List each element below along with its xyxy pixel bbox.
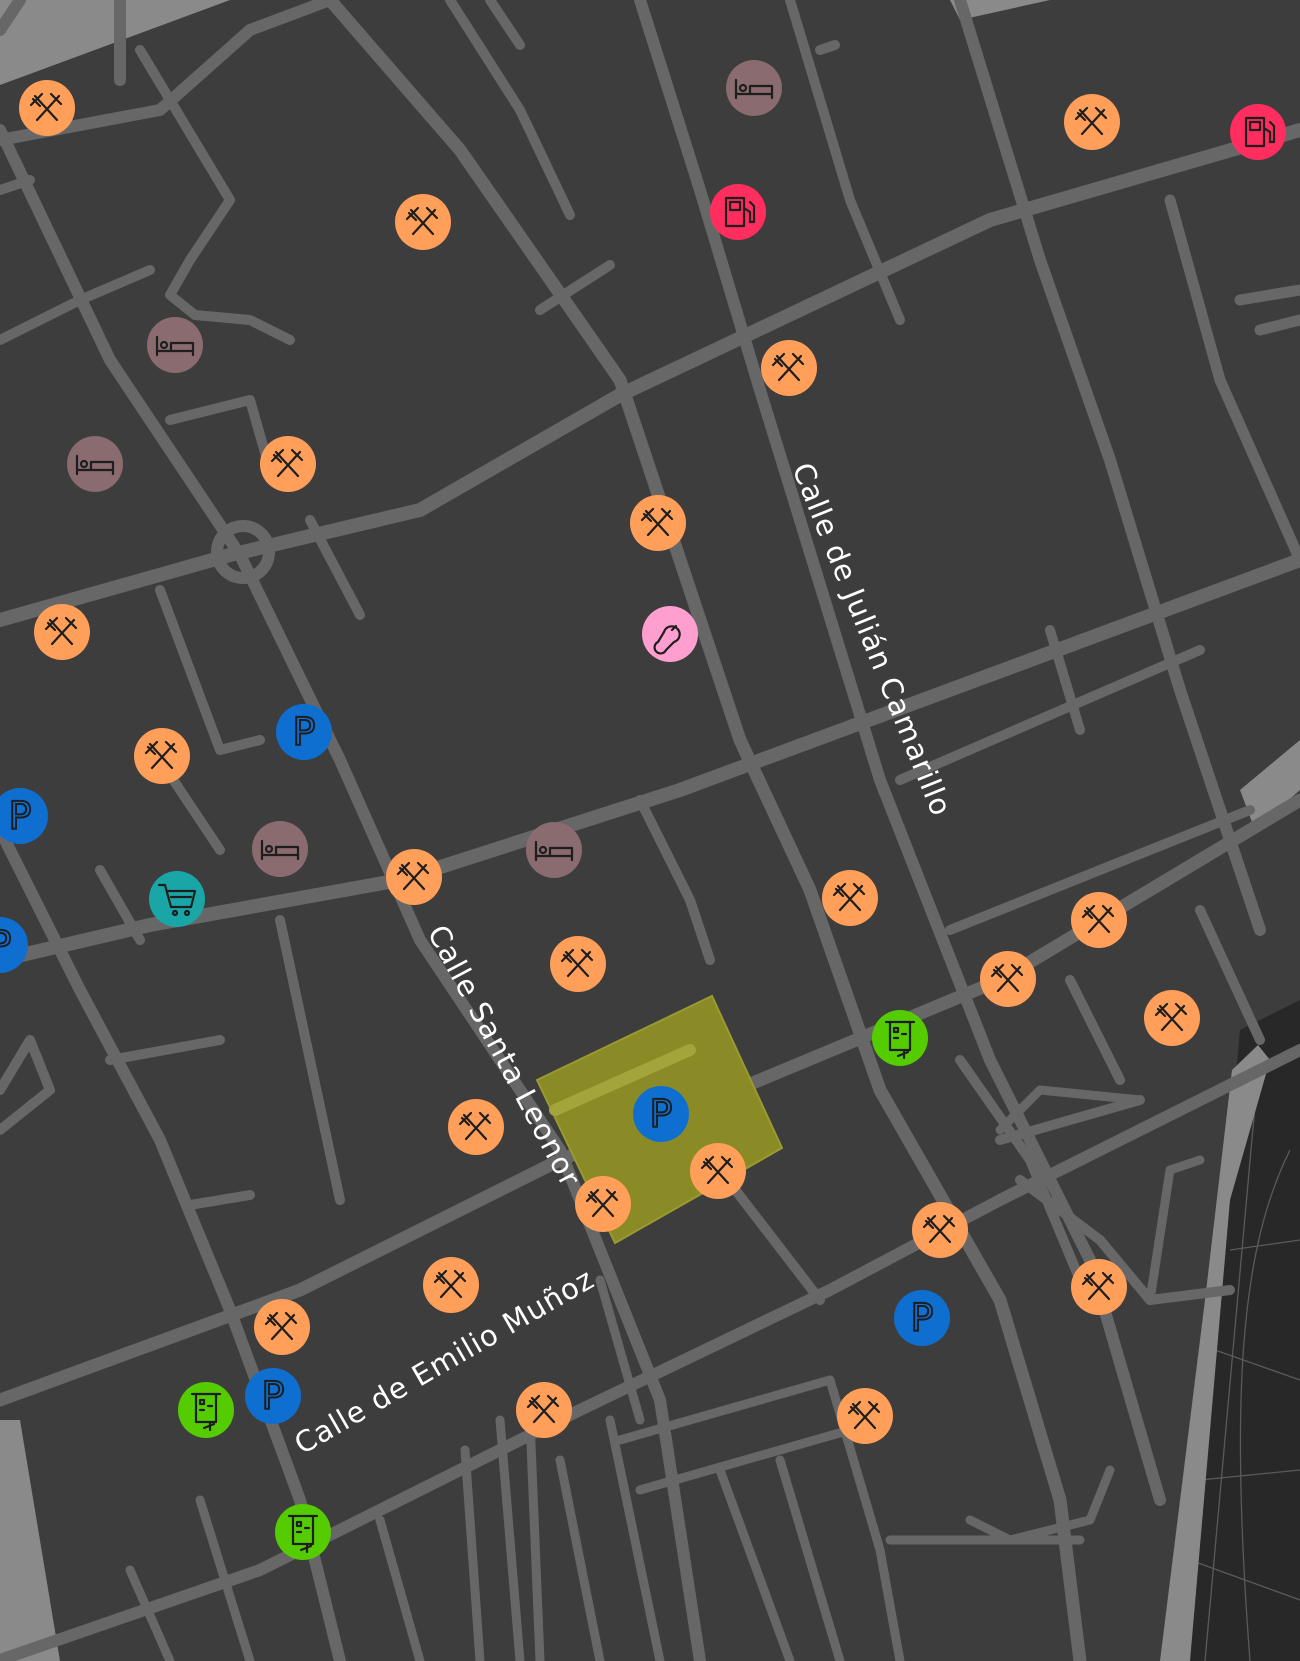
poi-marker-atm[interactable]	[178, 1382, 234, 1438]
poi-marker-parking[interactable]: P	[894, 1290, 950, 1346]
svg-text:P: P	[0, 923, 11, 967]
poi-marker-restaurant[interactable]	[19, 80, 75, 136]
poi-marker-parking[interactable]: P	[276, 704, 332, 760]
poi-marker-restaurant[interactable]	[837, 1388, 893, 1444]
poi-marker-restaurant[interactable]	[395, 194, 451, 250]
map-canvas[interactable]: Calle de Julián Camarillo Calle Santa Le…	[0, 0, 1300, 1661]
poi-marker-childcare[interactable]	[642, 606, 698, 662]
poi-marker-shop[interactable]	[149, 871, 205, 927]
poi-marker-background	[872, 1010, 928, 1066]
poi-marker-restaurant[interactable]	[1071, 892, 1127, 948]
poi-marker-hotel[interactable]	[726, 60, 782, 116]
poi-marker-background	[710, 184, 766, 240]
poi-marker-background	[252, 821, 308, 877]
poi-marker-background	[526, 822, 582, 878]
svg-text:P: P	[293, 710, 316, 754]
poi-marker-restaurant[interactable]	[254, 1299, 310, 1355]
poi-marker-restaurant[interactable]	[690, 1143, 746, 1199]
poi-marker-background	[1230, 104, 1286, 160]
poi-marker-background	[67, 436, 123, 492]
poi-marker-parking[interactable]: P	[633, 1086, 689, 1142]
parking-icon: P	[261, 1373, 286, 1419]
svg-text:P: P	[650, 1092, 673, 1136]
poi-marker-background	[149, 871, 205, 927]
poi-marker-restaurant[interactable]	[575, 1176, 631, 1232]
poi-marker-fuel[interactable]	[1230, 104, 1286, 160]
map-view[interactable]: Calle de Julián Camarillo Calle Santa Le…	[0, 0, 1300, 1661]
parking-icon: P	[649, 1091, 674, 1137]
poi-marker-atm[interactable]	[872, 1010, 928, 1066]
poi-marker-restaurant[interactable]	[448, 1099, 504, 1155]
poi-marker-restaurant[interactable]	[912, 1202, 968, 1258]
poi-marker-background	[642, 606, 698, 662]
poi-marker-restaurant[interactable]	[980, 951, 1036, 1007]
poi-marker-hotel[interactable]	[526, 822, 582, 878]
parking-icon: P	[0, 922, 12, 968]
poi-marker-restaurant[interactable]	[550, 936, 606, 992]
parking-icon: P	[8, 793, 33, 839]
poi-marker-background	[147, 317, 203, 373]
poi-marker-restaurant[interactable]	[34, 604, 90, 660]
poi-marker-restaurant[interactable]	[516, 1382, 572, 1438]
poi-marker-restaurant[interactable]	[386, 849, 442, 905]
poi-marker-restaurant[interactable]	[423, 1257, 479, 1313]
poi-marker-hotel[interactable]	[147, 317, 203, 373]
poi-marker-hotel[interactable]	[67, 436, 123, 492]
svg-text:P: P	[911, 1296, 934, 1340]
poi-marker-hotel[interactable]	[252, 821, 308, 877]
poi-marker-background	[726, 60, 782, 116]
parking-icon: P	[292, 709, 317, 755]
svg-text:P: P	[262, 1374, 285, 1418]
poi-marker-restaurant[interactable]	[630, 495, 686, 551]
poi-marker-atm[interactable]	[275, 1504, 331, 1560]
poi-marker-fuel[interactable]	[710, 184, 766, 240]
poi-marker-restaurant[interactable]	[1144, 990, 1200, 1046]
parking-icon: P	[910, 1295, 935, 1341]
poi-marker-restaurant[interactable]	[822, 870, 878, 926]
poi-marker-restaurant[interactable]	[260, 436, 316, 492]
poi-marker-restaurant[interactable]	[1064, 94, 1120, 150]
poi-marker-restaurant[interactable]	[761, 340, 817, 396]
poi-marker-restaurant[interactable]	[134, 728, 190, 784]
svg-text:P: P	[9, 794, 32, 838]
poi-marker-background	[275, 1504, 331, 1560]
poi-marker-parking[interactable]: P	[245, 1368, 301, 1424]
poi-marker-restaurant[interactable]	[1071, 1259, 1127, 1315]
poi-marker-background	[178, 1382, 234, 1438]
